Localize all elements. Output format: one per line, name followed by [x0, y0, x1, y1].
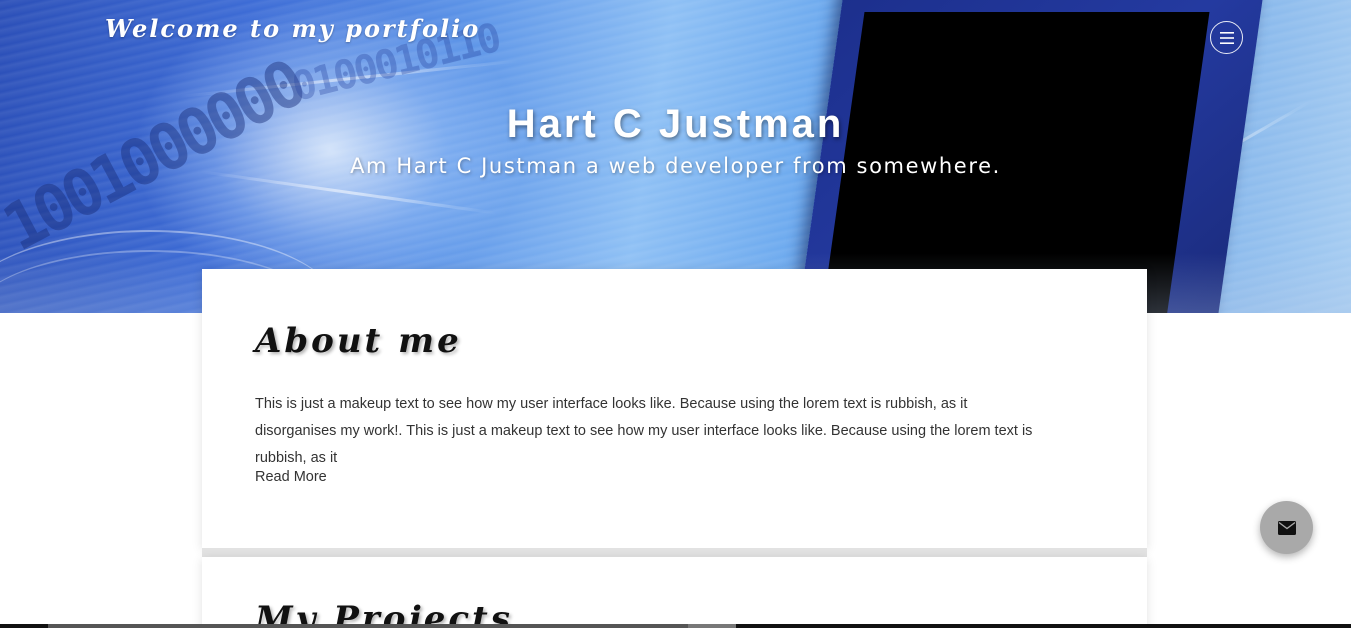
hamburger-menu-icon — [1219, 31, 1234, 44]
menu-button[interactable] — [1210, 21, 1243, 54]
card-divider — [202, 548, 1147, 557]
hero-subtitle: Am Hart C Justman a web developer from s… — [350, 154, 1001, 178]
hero-banner: 1001000000 0100010110 Welcome to my port… — [0, 0, 1351, 313]
projects-card: My Projects — [202, 557, 1147, 628]
contact-fab-button[interactable] — [1260, 501, 1313, 554]
site-brand[interactable]: Welcome to my portfolio — [105, 14, 480, 43]
read-more-link[interactable]: Read More — [255, 469, 327, 485]
page: 1001000000 0100010110 Welcome to my port… — [0, 0, 1351, 628]
bottom-scrollbar[interactable] — [0, 624, 1351, 628]
scrollbar-segment — [48, 624, 688, 628]
envelope-icon — [1277, 520, 1296, 535]
about-card: About me This is just a makeup text to s… — [202, 269, 1147, 548]
scrollbar-thumb[interactable] — [688, 624, 736, 628]
about-title: About me — [255, 321, 462, 361]
about-text: This is just a makeup text to see how my… — [255, 396, 1033, 466]
hero-title: Hart C Justman — [506, 102, 845, 146]
